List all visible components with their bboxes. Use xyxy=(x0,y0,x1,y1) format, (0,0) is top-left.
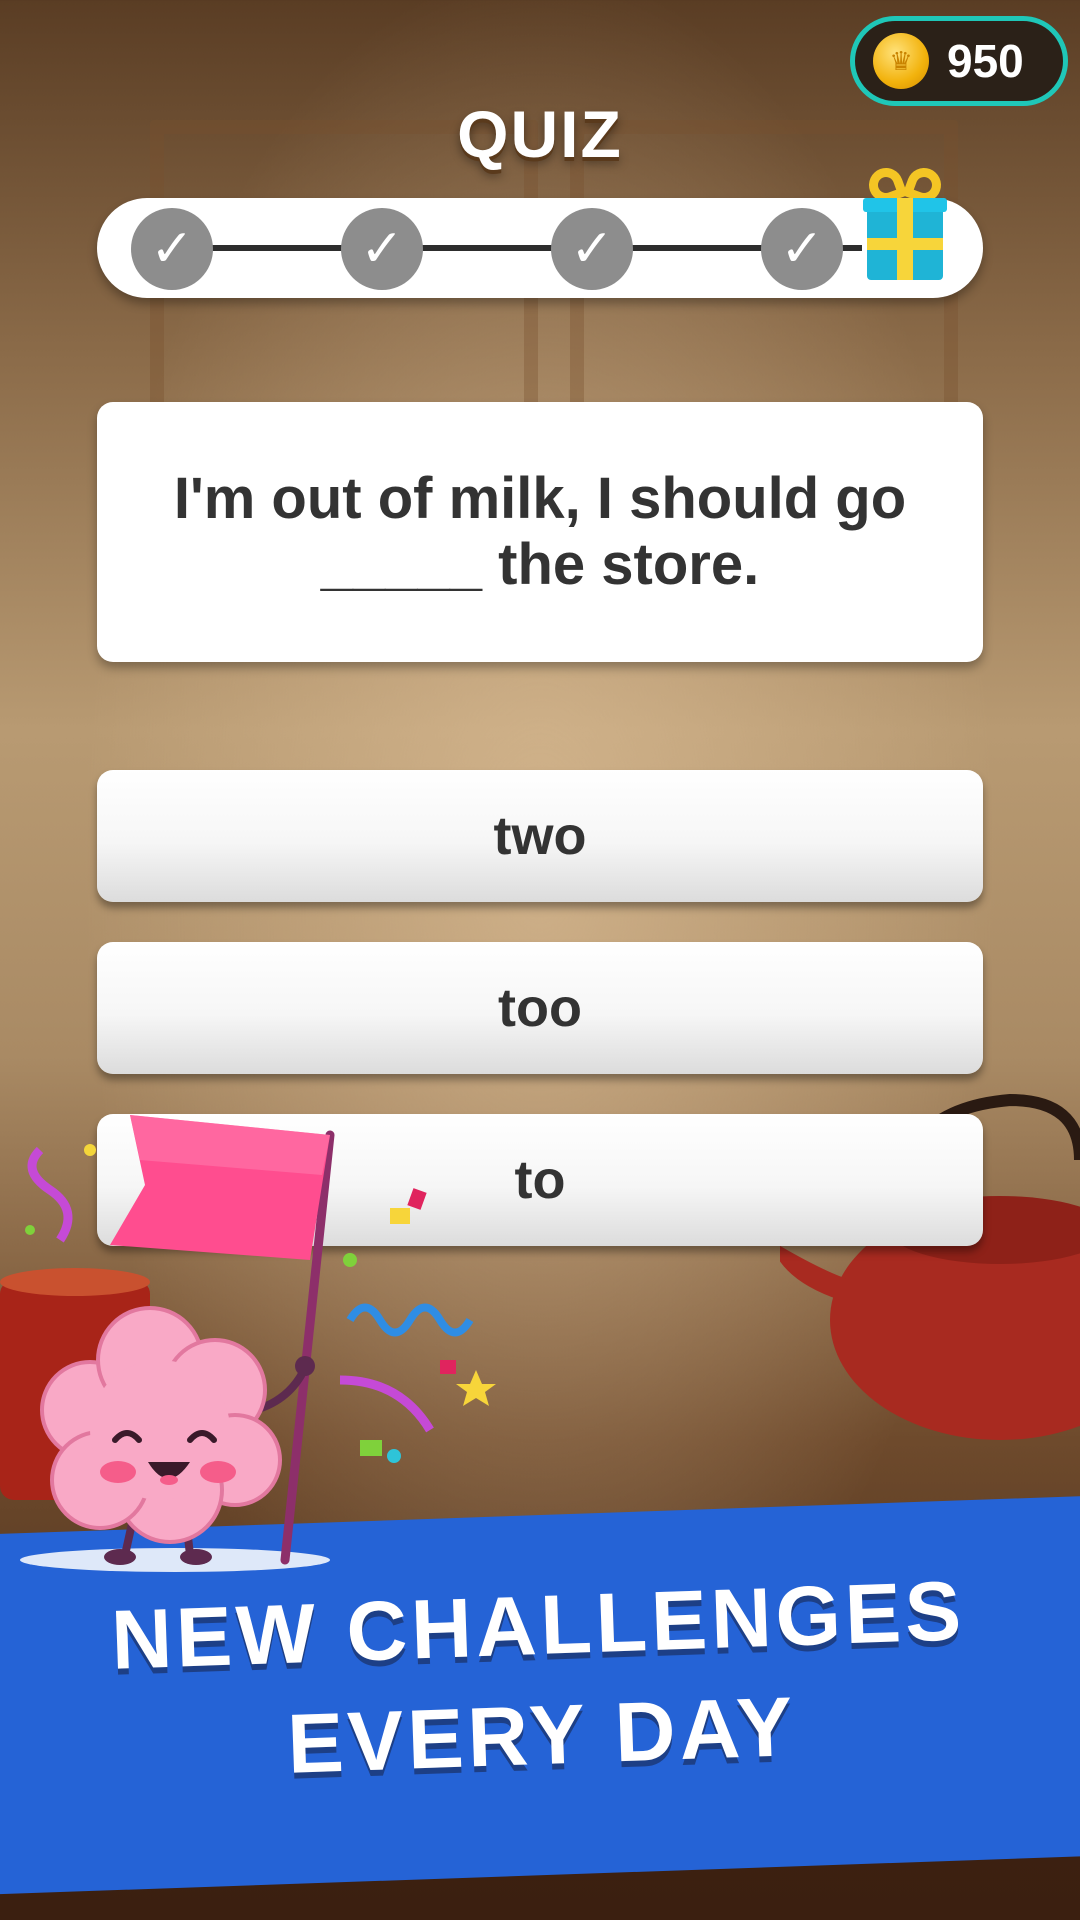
progress-track xyxy=(172,245,862,251)
gift-icon[interactable] xyxy=(863,163,947,280)
brain-mascot-icon xyxy=(20,1115,496,1572)
check-icon: ✓ xyxy=(761,208,843,290)
check-icon: ✓ xyxy=(131,208,213,290)
page-title: QUIZ xyxy=(457,97,623,171)
answer-button[interactable]: two xyxy=(97,770,983,902)
check-icon: ✓ xyxy=(551,208,633,290)
question-card: I'm out of milk, I should go _____ the s… xyxy=(97,402,983,662)
promo-banner-text: NEW CHALLENGES EVERY DAY xyxy=(109,1563,967,1791)
answer-button[interactable]: too xyxy=(97,942,983,1074)
question-text: I'm out of milk, I should go _____ the s… xyxy=(173,466,907,597)
coin-counter[interactable]: ♛ 950 xyxy=(850,16,1068,106)
crown-coin-icon: ♛ xyxy=(873,33,929,89)
check-icon: ✓ xyxy=(341,208,423,290)
coin-count: 950 xyxy=(947,35,1024,87)
quiz-progress-bar: ✓ ✓ ✓ ✓ xyxy=(97,163,983,298)
